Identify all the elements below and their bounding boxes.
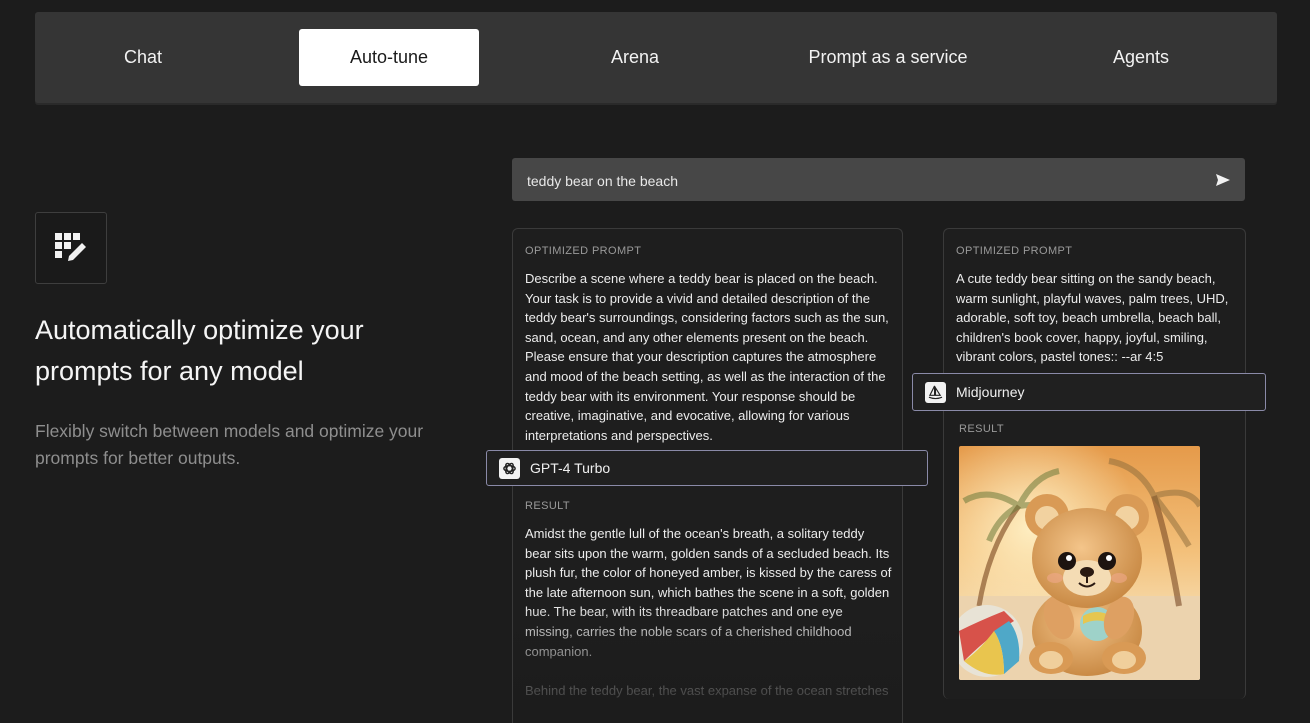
model-selector-gpt[interactable]: GPT-4 Turbo [486,450,928,486]
hero-title: Automatically optimize your prompts for … [35,315,364,386]
result-label: RESULT [525,500,570,512]
midjourney-sailboat-icon [925,381,946,403]
model-name: Midjourney [956,384,1025,400]
optimized-prompt-label: OPTIMIZED PROMPT [956,245,1073,257]
grid-edit-icon [35,212,107,284]
teddy-bear-beach-image [959,446,1200,680]
result-text: Amidst the gentle lull of the ocean's br… [525,526,892,659]
tab-prompt-as-a-service[interactable]: Prompt as a service [791,29,985,86]
optimized-prompt-text: Describe a scene where a teddy bear is p… [525,271,889,443]
tab-auto-tune[interactable]: Auto-tune [299,29,479,86]
optimized-prompt-text: A cute teddy bear sitting on the sandy b… [956,271,1229,365]
optimized-prompt-label: OPTIMIZED PROMPT [525,245,642,257]
tab-arena[interactable]: Arena [565,29,705,86]
tab-agents[interactable]: Agents [1081,29,1201,86]
hero-subtitle: Flexibly switch between models and optim… [35,421,424,468]
prompt-search-bar [512,158,1245,203]
openai-logo-icon [499,457,520,479]
model-selector-midjourney[interactable]: Midjourney [912,373,1266,411]
tab-chat[interactable]: Chat [95,29,191,86]
model-name: GPT-4 Turbo [530,460,611,476]
result-text-continued: Behind the teddy bear, the vast expanse … [525,683,889,698]
result-label: RESULT [959,423,1004,435]
top-nav-tabs: Chat Auto-tune Arena Prompt as a service… [35,12,1277,103]
send-icon[interactable] [1213,170,1233,190]
prompt-input[interactable] [525,158,1189,203]
